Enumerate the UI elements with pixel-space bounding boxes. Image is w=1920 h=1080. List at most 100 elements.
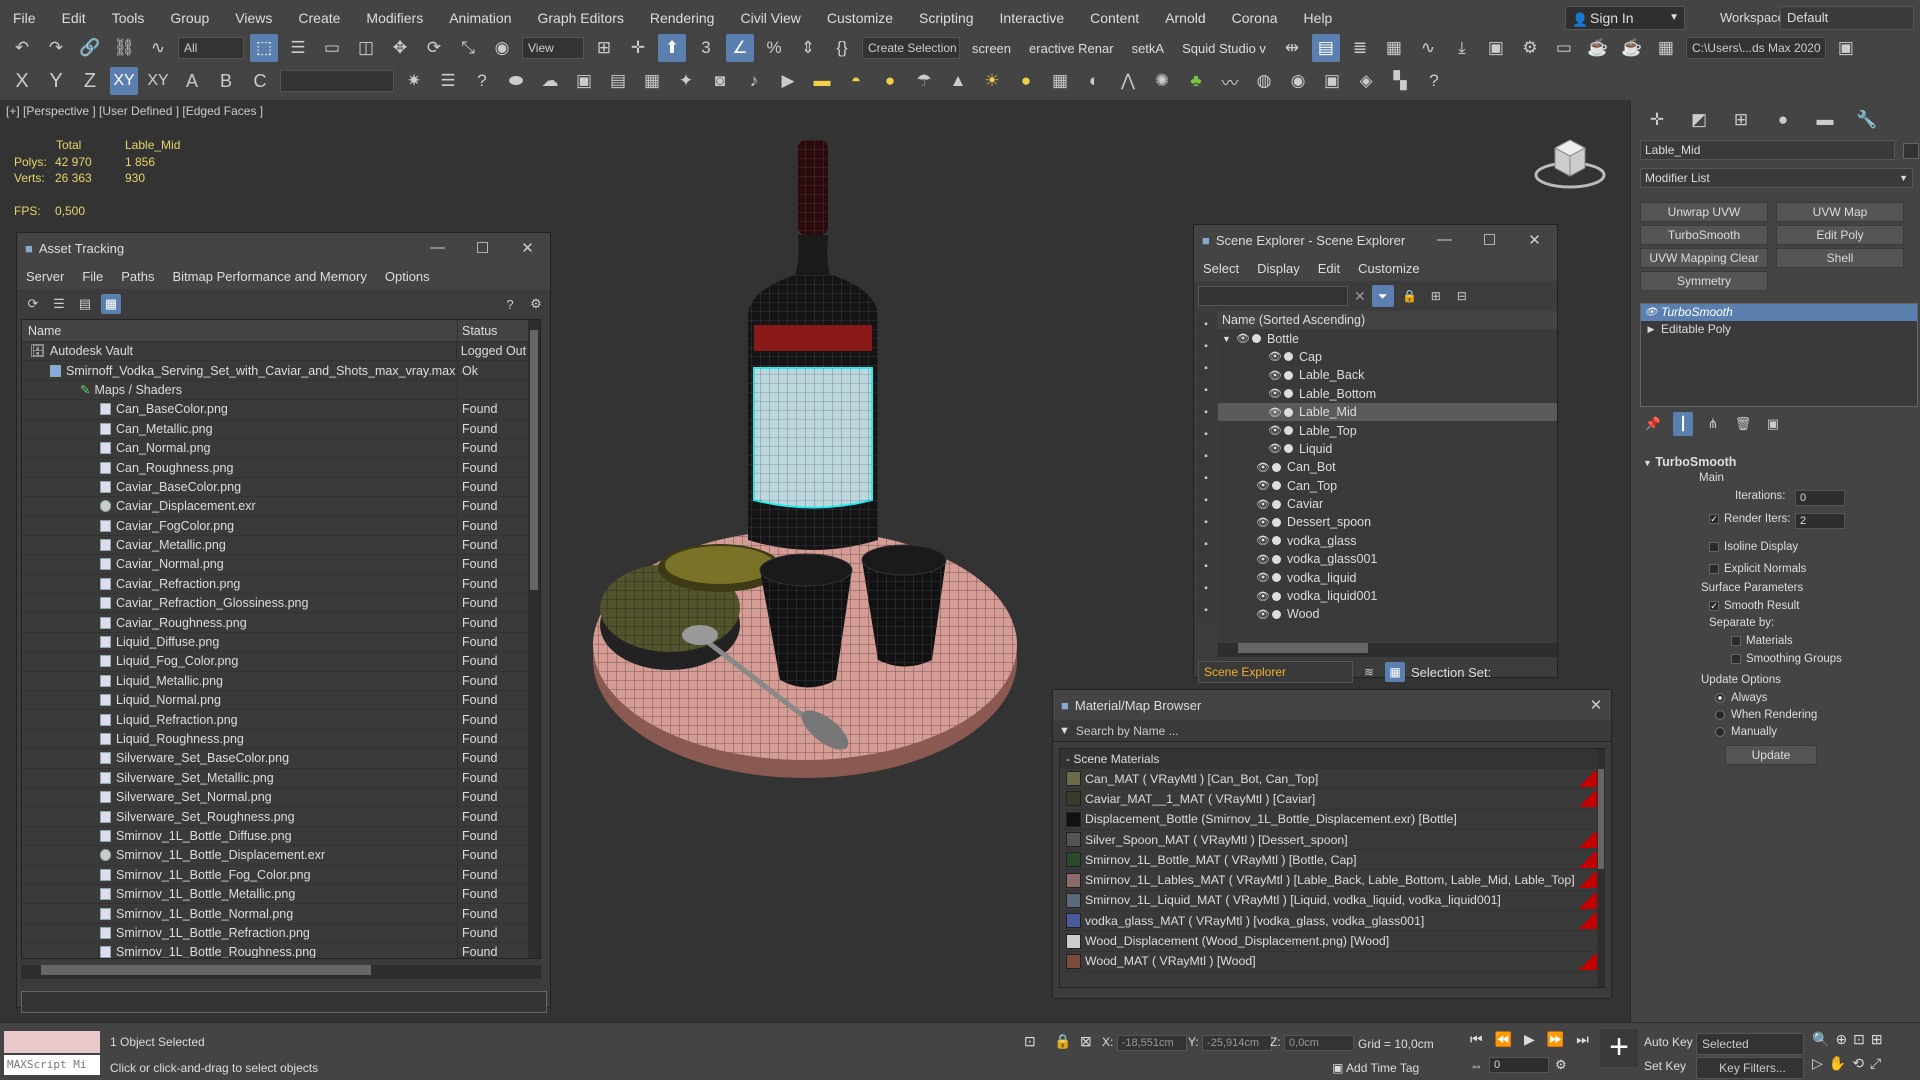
material-row[interactable]: Silver_Spoon_MAT ( VRayMtl ) [Dessert_sp… — [1060, 830, 1604, 851]
scene-item-row[interactable]: 👁 vodka_liquid001 — [1218, 587, 1557, 605]
audio-icon[interactable]: ♪ — [740, 67, 768, 95]
render-dot-icon[interactable] — [1272, 499, 1281, 509]
render-blue-icon[interactable]: ◈ — [1352, 67, 1380, 95]
render-iterative-icon[interactable]: ☕ — [1618, 34, 1646, 62]
coord-x-field[interactable]: -18,551cm — [1116, 1035, 1187, 1051]
ball-icon[interactable]: ◍ — [1250, 67, 1278, 95]
material-row[interactable]: Smirnov_1L_Lables_MAT ( VRayMtl ) [Lable… — [1060, 870, 1604, 891]
render-sphere-icon[interactable]: ◉ — [1284, 67, 1312, 95]
asset-menu-bitmap-performance-and-memory[interactable]: Bitmap Performance and Memory — [164, 269, 376, 284]
lock-icon[interactable]: 🔒 — [1400, 286, 1420, 306]
asset-file-row[interactable]: Liquid_Fog_Color.png Found — [22, 652, 540, 672]
layer-explorer-icon[interactable]: ≣ — [1346, 34, 1374, 62]
hair-icon[interactable]: 〰 — [1216, 67, 1244, 95]
key-mode-icon[interactable]: ⇔ — [1470, 1058, 1483, 1073]
link-icon[interactable]: 🔗 — [76, 34, 104, 62]
scene-explorer-titlebar[interactable]: ■ Scene Explorer - Scene Explorer — ☐ ✕ — [1194, 225, 1557, 255]
layers-icon[interactable]: ≋ — [1359, 662, 1379, 682]
asset-file-row[interactable]: Smirnov_1L_Bottle_Metallic.png Found — [22, 884, 540, 905]
zoom-all-icon[interactable]: ⊕ — [1835, 1031, 1847, 1048]
help-icon[interactable]: ? — [500, 294, 520, 314]
expand-triangle-icon[interactable]: ▼ — [1222, 334, 1236, 344]
asset-file-row[interactable]: Liquid_Normal.png Found — [22, 691, 540, 711]
scene-item-row[interactable]: 👁 Liquid — [1218, 440, 1557, 458]
asset-file-row[interactable]: Can_Metallic.png Found — [22, 419, 540, 439]
render-dot-icon[interactable] — [1252, 334, 1261, 344]
display-tab-icon[interactable]: ▬ — [1811, 106, 1839, 134]
tripod-icon[interactable]: ⋀ — [1114, 67, 1142, 95]
edit-named-selection-icon[interactable]: {} — [828, 34, 856, 62]
minimize-icon[interactable]: — — [415, 239, 460, 257]
vault-row[interactable]: 🗄 Autodesk Vault Logged Out ... — [22, 342, 540, 362]
material-editor-icon[interactable]: ▣ — [1482, 34, 1510, 62]
selection-lock-icon[interactable]: 🔒 — [1054, 1033, 1071, 1050]
asset-menu-server[interactable]: Server — [17, 269, 73, 284]
maxscript-listener-color[interactable] — [4, 1031, 100, 1053]
scene-item-row[interactable]: 👁 vodka_glass001 — [1218, 550, 1557, 568]
scene-explorer-dropdown[interactable]: Scene Explorer — [1198, 661, 1353, 683]
visibility-eye-icon[interactable]: 👁 — [1256, 534, 1270, 547]
select-by-name-icon[interactable]: ☰ — [284, 34, 312, 62]
always-radio[interactable] — [1715, 692, 1725, 703]
filter-icon[interactable]: ⏷ — [1371, 285, 1394, 307]
asset-file-row[interactable]: Smirnov_1L_Bottle_Fog_Color.png Found — [22, 865, 540, 885]
display-all-icon[interactable]: ▪ — [1197, 601, 1215, 619]
iterations-spinner[interactable]: 0 — [1795, 490, 1845, 506]
render-dot-icon[interactable] — [1272, 609, 1281, 619]
asset-file-row[interactable]: Caviar_Normal.png Found — [22, 555, 540, 575]
render-iters-row[interactable]: ✓ Render Iters: — [1709, 513, 1790, 525]
asset-file-row[interactable]: Silverware_Set_Metallic.png Found — [22, 768, 540, 788]
explicit-normals-row[interactable]: Explicit Normals — [1709, 563, 1806, 575]
modifier-list-dropdown[interactable]: Modifier List ▼ — [1640, 168, 1913, 188]
display-frozen-icon[interactable]: ▪ — [1197, 557, 1215, 575]
snaps-toggle-icon[interactable]: 3 — [692, 34, 720, 62]
scene-item-row[interactable]: 👁 Lable_Mid — [1218, 402, 1557, 422]
help-icon[interactable]: ? — [468, 67, 496, 95]
viewcube[interactable] — [1530, 130, 1610, 200]
material-row[interactable]: Can_MAT ( VRayMtl ) [Can_Bot, Can_Top] — [1060, 769, 1604, 790]
scene-materials-group[interactable]: - Scene Materials — [1060, 749, 1604, 769]
maximize-icon[interactable]: ☐ — [1467, 231, 1512, 249]
scene-item-row[interactable]: ▼ 👁 Bottle — [1218, 329, 1557, 347]
asset-file-row[interactable]: Liquid_Diffuse.png Found — [22, 632, 540, 653]
scene-menu-display[interactable]: Display — [1248, 261, 1309, 276]
materials-checkbox[interactable] — [1731, 635, 1741, 646]
scene-item-row[interactable]: 👁 Can_Top — [1218, 477, 1557, 495]
scene-search-input[interactable] — [1198, 286, 1348, 306]
visibility-eye-icon[interactable]: 👁 — [1256, 608, 1270, 621]
spinner-snap-icon[interactable]: ⇕ — [794, 34, 822, 62]
visibility-eye-icon[interactable]: 👁 — [1256, 516, 1270, 529]
key-filters-button[interactable]: Key Filters... — [1696, 1057, 1804, 1079]
hierarchy-tab-icon[interactable]: ⊞ — [1727, 106, 1755, 134]
rotate-icon[interactable]: ⟳ — [420, 34, 448, 62]
cone-icon[interactable]: ▲ — [944, 67, 972, 95]
sphere-icon[interactable]: ⬬ — [502, 67, 530, 95]
asset-file-row[interactable]: Silverware_Set_BaseColor.png Found — [22, 749, 540, 769]
table-icon[interactable]: ▦ — [638, 67, 666, 95]
asset-file-row[interactable]: Caviar_FogColor.png Found — [22, 516, 540, 536]
asset-file-row[interactable]: Smirnov_1L_Bottle_Roughness.png Found — [22, 943, 540, 958]
modifier-button-unwrap-uvw[interactable]: Unwrap UVW — [1640, 202, 1768, 222]
display-space-warps-icon[interactable]: ▪ — [1197, 447, 1215, 465]
asset-file-row[interactable]: Caviar_Roughness.png Found — [22, 613, 540, 633]
sparkle-icon[interactable]: ✷ — [400, 67, 428, 95]
material-row[interactable]: Displacement_Bottle (Smirnov_1L_Bottle_D… — [1060, 810, 1604, 830]
sun-icon[interactable]: ☀ — [978, 67, 1006, 95]
asset-file-row[interactable]: Smirnov_1L_Bottle_Normal.png Found — [22, 904, 540, 924]
object-name-field[interactable]: Lable_Mid — [1640, 140, 1895, 160]
film-icon[interactable]: ▶ — [774, 67, 802, 95]
display-helpers-icon[interactable]: ▪ — [1197, 425, 1215, 443]
toolbar-text-squid-studio[interactable]: Squid Studio v — [1176, 41, 1272, 56]
material-row[interactable]: Wood_MAT ( VRayMtl ) [Wood] — [1060, 952, 1604, 972]
window-crossing-icon[interactable]: ◫ — [352, 34, 380, 62]
display-xrefs-icon[interactable]: ▪ — [1197, 491, 1215, 509]
schematic-view-icon[interactable]: ⤓ — [1448, 34, 1476, 62]
isoline-row[interactable]: Isoline Display — [1709, 541, 1798, 553]
render-dot-icon[interactable] — [1284, 389, 1293, 399]
key-selection-dropdown[interactable]: Selected — [1696, 1033, 1804, 1055]
scene-item-row[interactable]: 👁 Caviar — [1218, 495, 1557, 513]
axis-xy-cycle-button[interactable]: XY — [144, 67, 172, 95]
next-frame-icon[interactable]: ⏩ — [1547, 1031, 1564, 1048]
move-icon[interactable]: ✥ — [386, 34, 414, 62]
visibility-eye-icon[interactable]: 👁 — [1268, 387, 1282, 400]
